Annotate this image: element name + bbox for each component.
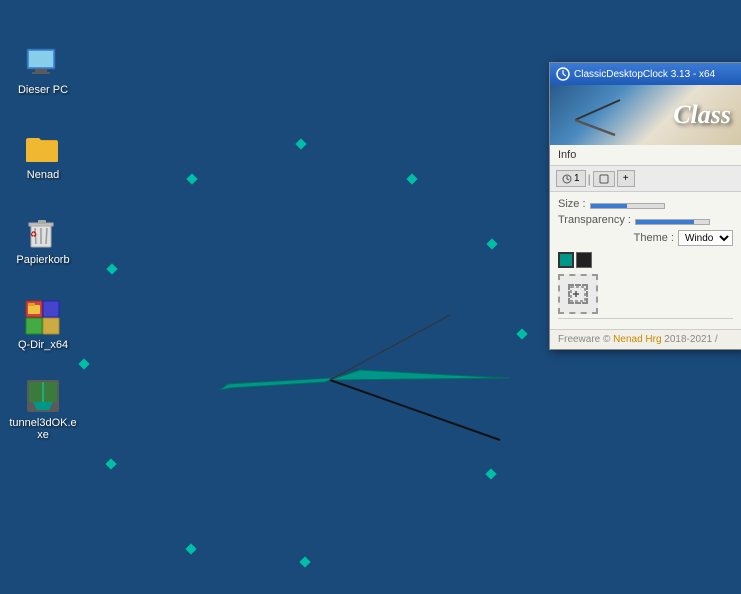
- decorative-dot: [299, 556, 310, 567]
- theme-setting-row: Theme : Windo Classic Modern: [558, 230, 733, 246]
- desktop-clock-display: [130, 300, 530, 460]
- desktop-icon-label-tunnel: tunnel3dOK.exe: [8, 417, 78, 441]
- decorative-dot: [105, 458, 116, 469]
- selection-preview-inner: [568, 284, 588, 304]
- footer-author-name: Nenad Hrg: [613, 334, 661, 345]
- settings-divider: [558, 318, 733, 319]
- app-title-text: ClassicDesktopClock 3.13 - x64: [574, 69, 715, 80]
- clock-icon-tab: [599, 174, 609, 184]
- decorative-dot: [406, 173, 417, 184]
- app-footer: Freeware © Nenad Hrg 2018-2021 /: [550, 329, 741, 349]
- color-swatches-row: [558, 252, 733, 268]
- desktop-icon-label-papierkorb: Papierkorb: [16, 254, 69, 266]
- recycle-bin-icon: ♻: [25, 215, 61, 251]
- footer-copyright: Freeware ©: [558, 334, 613, 345]
- desktop-icon-papierkorb[interactable]: ♻ Papierkorb: [8, 215, 78, 266]
- tabs-row: 1 | +: [550, 166, 741, 192]
- desktop-icon-label-qdir: Q-Dir_x64: [18, 339, 68, 351]
- decorative-dot: [106, 263, 117, 274]
- selection-icon: [570, 286, 586, 302]
- desktop-icon-tunnel[interactable]: tunnel3dOK.exe: [8, 378, 78, 441]
- desktop-icon-qdir[interactable]: Q-Dir_x64: [8, 300, 78, 351]
- header-clock-svg: [555, 90, 625, 145]
- transparency-setting-row: Transparency :: [558, 214, 733, 226]
- size-setting-row: Size :: [558, 198, 733, 210]
- app-window: ClassicDesktopClock 3.13 - x64 Class Inf…: [549, 62, 741, 350]
- tab-add-button[interactable]: +: [617, 170, 635, 187]
- transparency-slider[interactable]: [635, 219, 710, 225]
- exe-icon: [25, 378, 61, 414]
- folder-icon: [25, 130, 61, 166]
- tab-clock-icon-button[interactable]: [593, 171, 615, 187]
- settings-area: Size : Transparency : Theme : Windo Clas…: [550, 192, 741, 329]
- size-slider[interactable]: [590, 203, 665, 209]
- swatch-teal[interactable]: [558, 252, 574, 268]
- decorative-dot: [186, 173, 197, 184]
- app-header-image: Class: [550, 85, 741, 145]
- qdir-icon: [25, 300, 61, 336]
- app-title-icon: [556, 67, 570, 81]
- decorative-dot: [295, 138, 306, 149]
- desktop-icon-nenad[interactable]: Nenad: [8, 130, 78, 181]
- svg-text:♻: ♻: [30, 230, 37, 239]
- selection-preview-box: [558, 274, 598, 314]
- desktop-icon-label-nenad: Nenad: [27, 169, 59, 181]
- decorative-dot: [516, 328, 527, 339]
- theme-label: Theme :: [634, 232, 674, 244]
- theme-select[interactable]: Windo Classic Modern: [678, 230, 733, 246]
- clock-small-icon: [562, 174, 572, 184]
- decorative-dot: [78, 358, 89, 369]
- header-app-name: Class: [673, 100, 731, 130]
- tab-1-label: 1: [574, 173, 580, 184]
- transparency-label: Transparency :: [558, 214, 631, 226]
- desktop-icon-label-dieser-pc: Dieser PC: [18, 84, 68, 96]
- decorative-dot: [485, 468, 496, 479]
- computer-icon: [25, 45, 61, 81]
- info-label: Info: [558, 149, 576, 161]
- desktop-icon-dieser-pc[interactable]: Dieser PC: [8, 45, 78, 96]
- tab-add-label: +: [623, 173, 629, 184]
- size-label: Size :: [558, 198, 586, 210]
- title-bar-left: ClassicDesktopClock 3.13 - x64: [556, 67, 715, 81]
- footer-year: 2018-2021 /: [662, 334, 718, 345]
- tab-separator: |: [588, 172, 591, 186]
- title-bar: ClassicDesktopClock 3.13 - x64: [550, 63, 741, 85]
- swatch-dark[interactable]: [576, 252, 592, 268]
- info-bar: Info: [550, 145, 741, 166]
- decorative-dot: [486, 238, 497, 249]
- decorative-dot: [185, 543, 196, 554]
- tab-1-button[interactable]: 1: [556, 170, 586, 187]
